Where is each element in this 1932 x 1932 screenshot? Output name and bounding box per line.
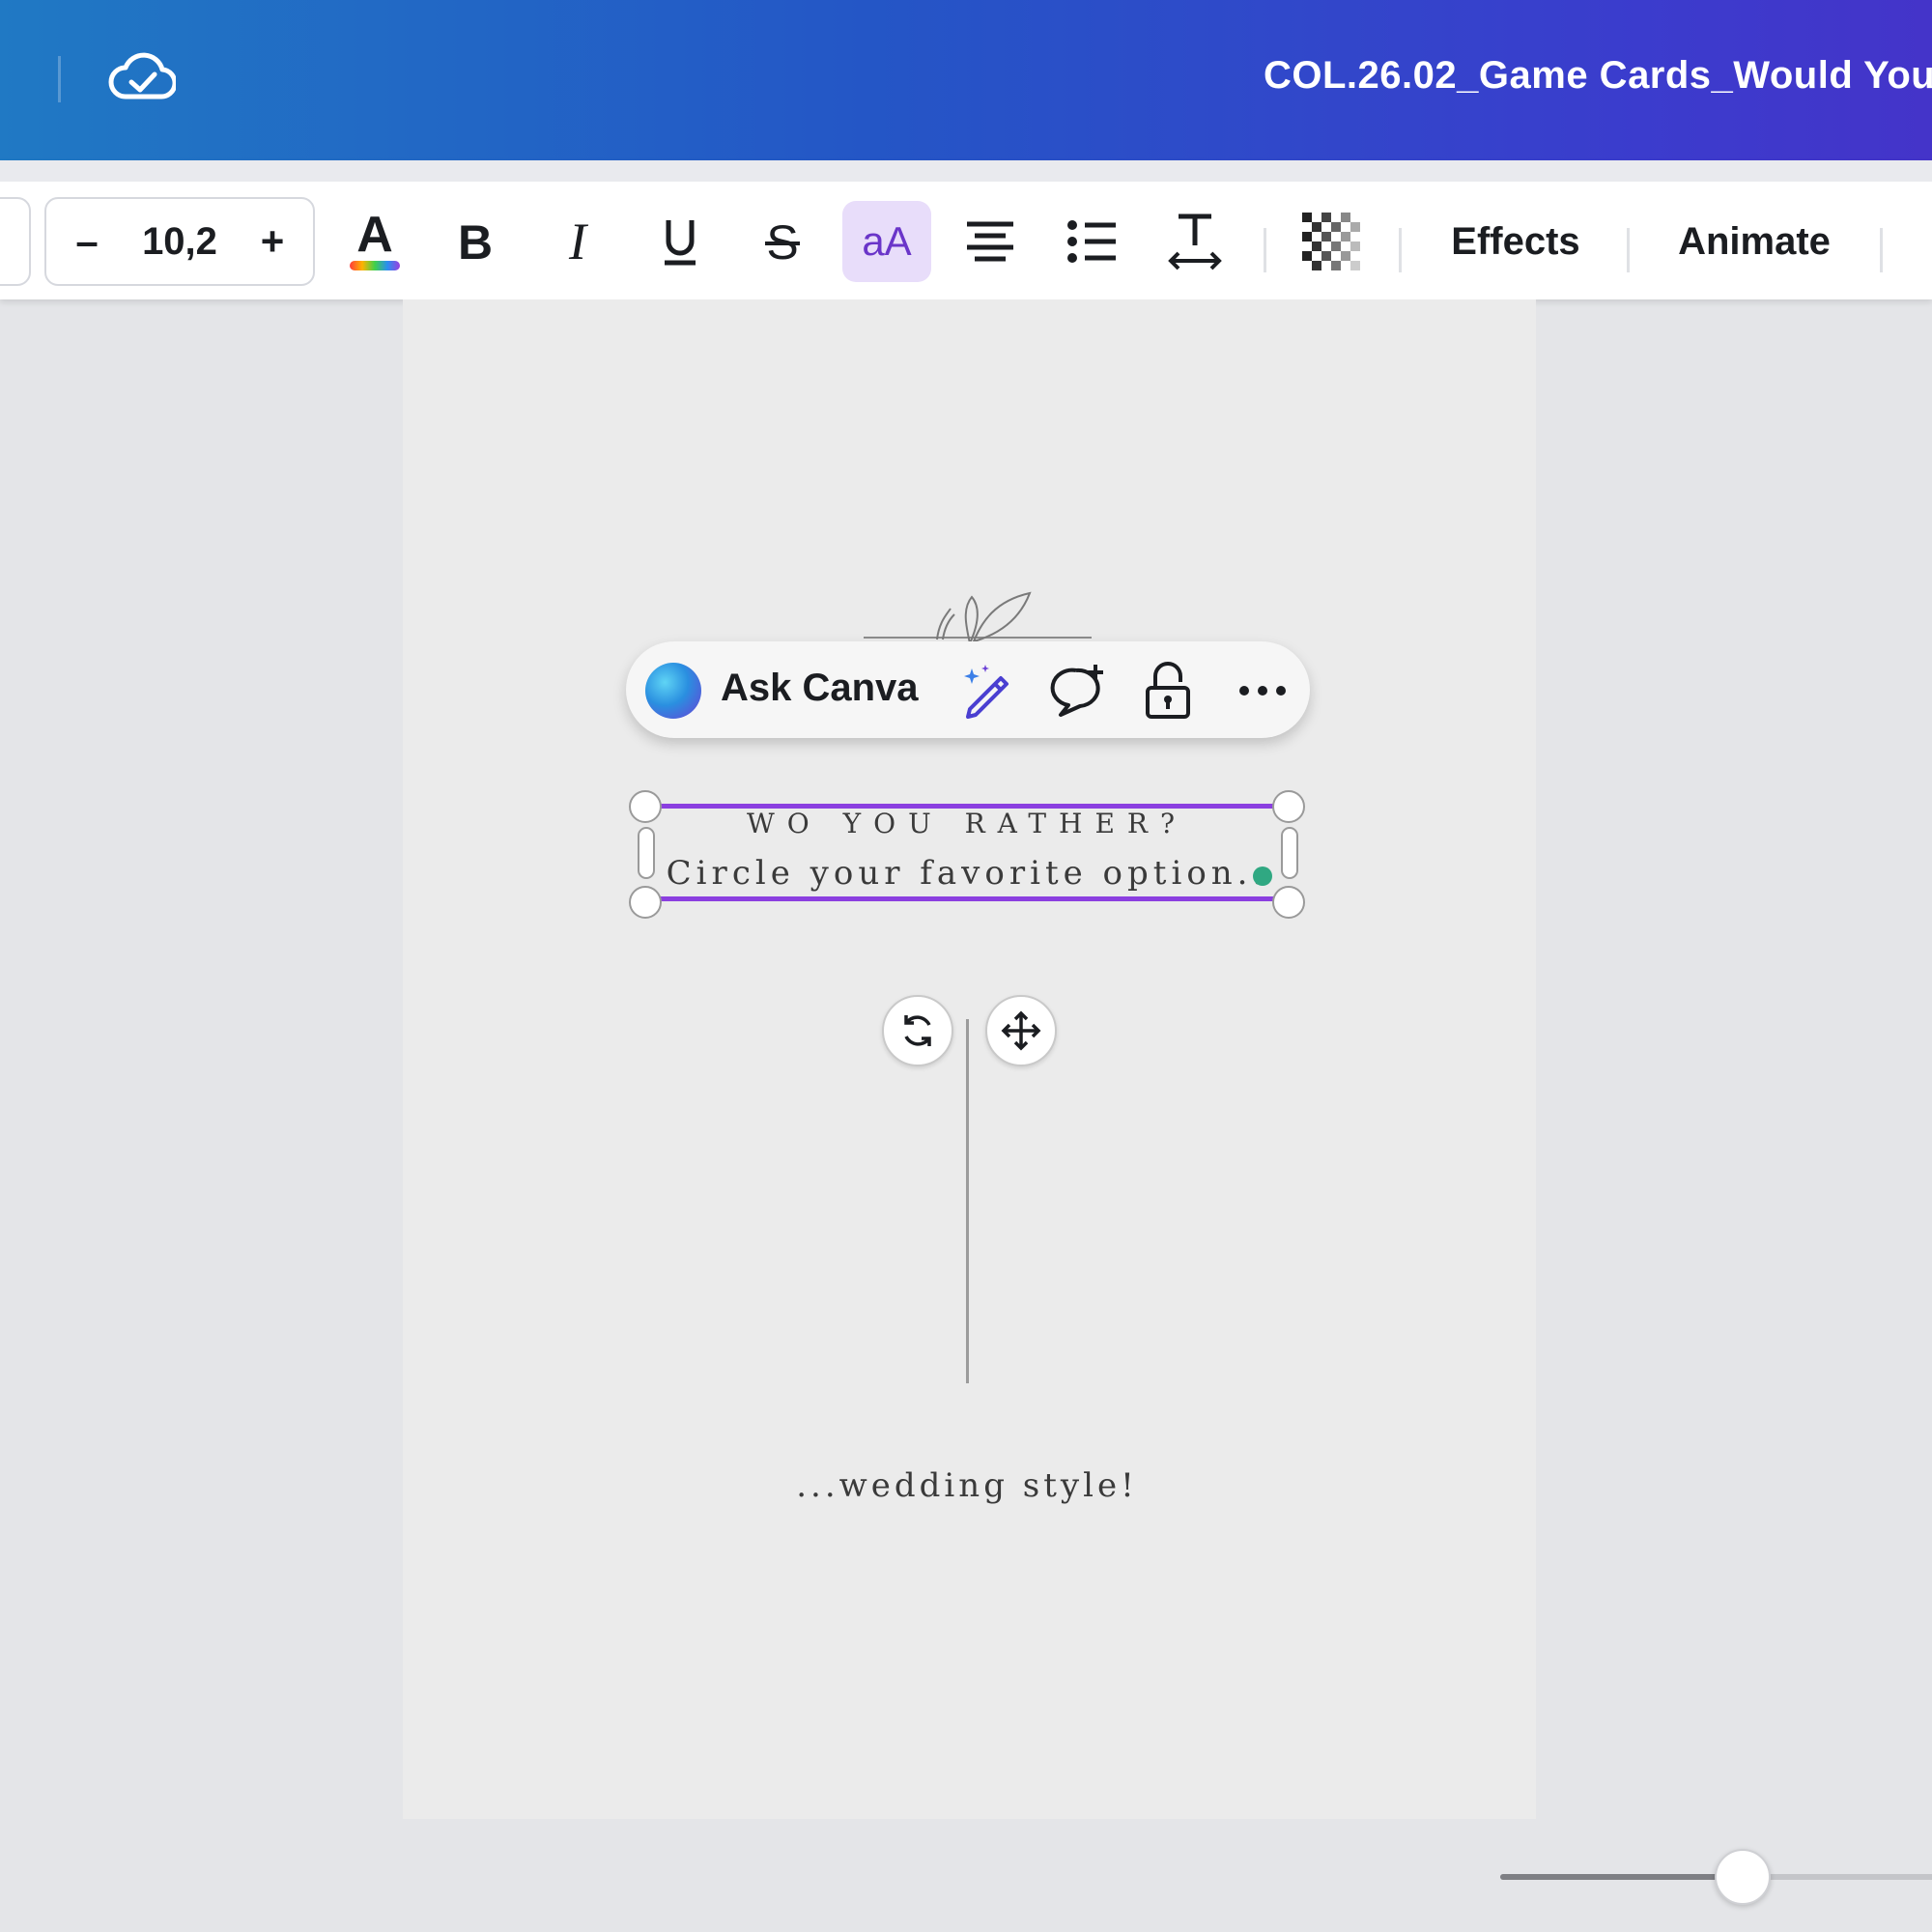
list-button[interactable] bbox=[1061, 201, 1124, 282]
rotate-icon bbox=[904, 1015, 931, 1046]
divider bbox=[1264, 228, 1266, 272]
card-heading-text[interactable]: WO YOU RATHER? bbox=[645, 808, 1289, 839]
magic-edit-icon[interactable] bbox=[956, 661, 1016, 721]
text-color-button[interactable]: A bbox=[340, 201, 410, 282]
font-size-increase-button[interactable]: + bbox=[253, 218, 292, 265]
move-button[interactable] bbox=[985, 995, 1057, 1066]
underline-icon bbox=[665, 220, 696, 266]
resize-handle-bottom-right[interactable] bbox=[1272, 886, 1305, 919]
add-comment-icon[interactable] bbox=[1047, 661, 1107, 721]
divider bbox=[58, 56, 61, 102]
text-cursor-marker bbox=[1253, 867, 1272, 886]
ask-canva-button[interactable]: Ask Canva bbox=[721, 667, 919, 710]
svg-text:B: B bbox=[458, 216, 493, 267]
card-footer-text[interactable]: ...wedding style! bbox=[645, 1466, 1289, 1505]
divider bbox=[1880, 228, 1883, 272]
align-center-icon bbox=[967, 221, 1013, 262]
effects-button[interactable]: Effects bbox=[1434, 201, 1598, 282]
design-page[interactable] bbox=[403, 299, 1536, 1819]
divider-line[interactable] bbox=[966, 1019, 969, 1383]
rotate-button[interactable] bbox=[882, 995, 953, 1066]
font-size-stepper[interactable]: – 10,2 + bbox=[44, 197, 315, 286]
text-toolbar: – 10,2 + A B I S aA Effects Animate bbox=[0, 160, 1932, 299]
canva-logo-icon[interactable] bbox=[645, 663, 701, 719]
bullet-list-icon bbox=[1067, 220, 1116, 263]
transparency-button[interactable] bbox=[1300, 201, 1362, 282]
card-subheading-text[interactable]: Circle your favorite option.. bbox=[645, 854, 1289, 893]
letter-case-label: aA bbox=[862, 218, 912, 264]
spacing-button[interactable] bbox=[1163, 201, 1227, 282]
resize-handle-left[interactable] bbox=[638, 827, 655, 879]
bold-icon: B bbox=[458, 216, 493, 267]
strikethrough-icon: S bbox=[765, 215, 800, 269]
bold-button[interactable]: B bbox=[444, 201, 506, 282]
ask-canva-toolbar: Ask Canva bbox=[626, 641, 1310, 738]
svg-text:A: A bbox=[356, 207, 393, 263]
text-color-icon: A bbox=[350, 207, 400, 270]
resize-handle-top-left[interactable] bbox=[629, 790, 662, 823]
align-button[interactable] bbox=[958, 201, 1022, 282]
svg-text:I: I bbox=[568, 216, 589, 267]
italic-button[interactable]: I bbox=[547, 201, 609, 282]
move-icon bbox=[1001, 1010, 1041, 1051]
resize-handle-right[interactable] bbox=[1281, 827, 1298, 879]
more-options-icon[interactable] bbox=[1233, 661, 1293, 721]
top-bar: COL.26.02_Game Cards_Would You bbox=[0, 0, 1932, 160]
letter-case-button[interactable]: aA bbox=[842, 201, 931, 282]
zoom-slider-fill bbox=[1500, 1874, 1742, 1880]
strikethrough-button[interactable]: S bbox=[752, 201, 813, 282]
cloud-check-icon[interactable] bbox=[108, 48, 176, 104]
animate-label: Animate bbox=[1678, 219, 1831, 263]
resize-handle-top-right[interactable] bbox=[1272, 790, 1305, 823]
italic-icon: I bbox=[568, 216, 589, 267]
transparency-icon bbox=[1302, 213, 1360, 270]
font-size-decrease-button[interactable]: – bbox=[68, 218, 106, 265]
font-family-dropdown[interactable] bbox=[0, 197, 31, 286]
lock-icon[interactable] bbox=[1138, 661, 1198, 721]
document-title[interactable]: COL.26.02_Game Cards_Would You bbox=[1264, 54, 1932, 98]
zoom-slider-handle[interactable] bbox=[1715, 1849, 1771, 1905]
effects-label: Effects bbox=[1451, 219, 1580, 263]
resize-handle-bottom-left[interactable] bbox=[629, 886, 662, 919]
letter-spacing-icon bbox=[1168, 213, 1222, 270]
divider bbox=[1399, 228, 1402, 272]
divider bbox=[1627, 228, 1630, 272]
font-size-value[interactable]: 10,2 bbox=[142, 220, 217, 264]
animate-button[interactable]: Animate bbox=[1660, 201, 1849, 282]
underline-button[interactable] bbox=[649, 201, 711, 282]
